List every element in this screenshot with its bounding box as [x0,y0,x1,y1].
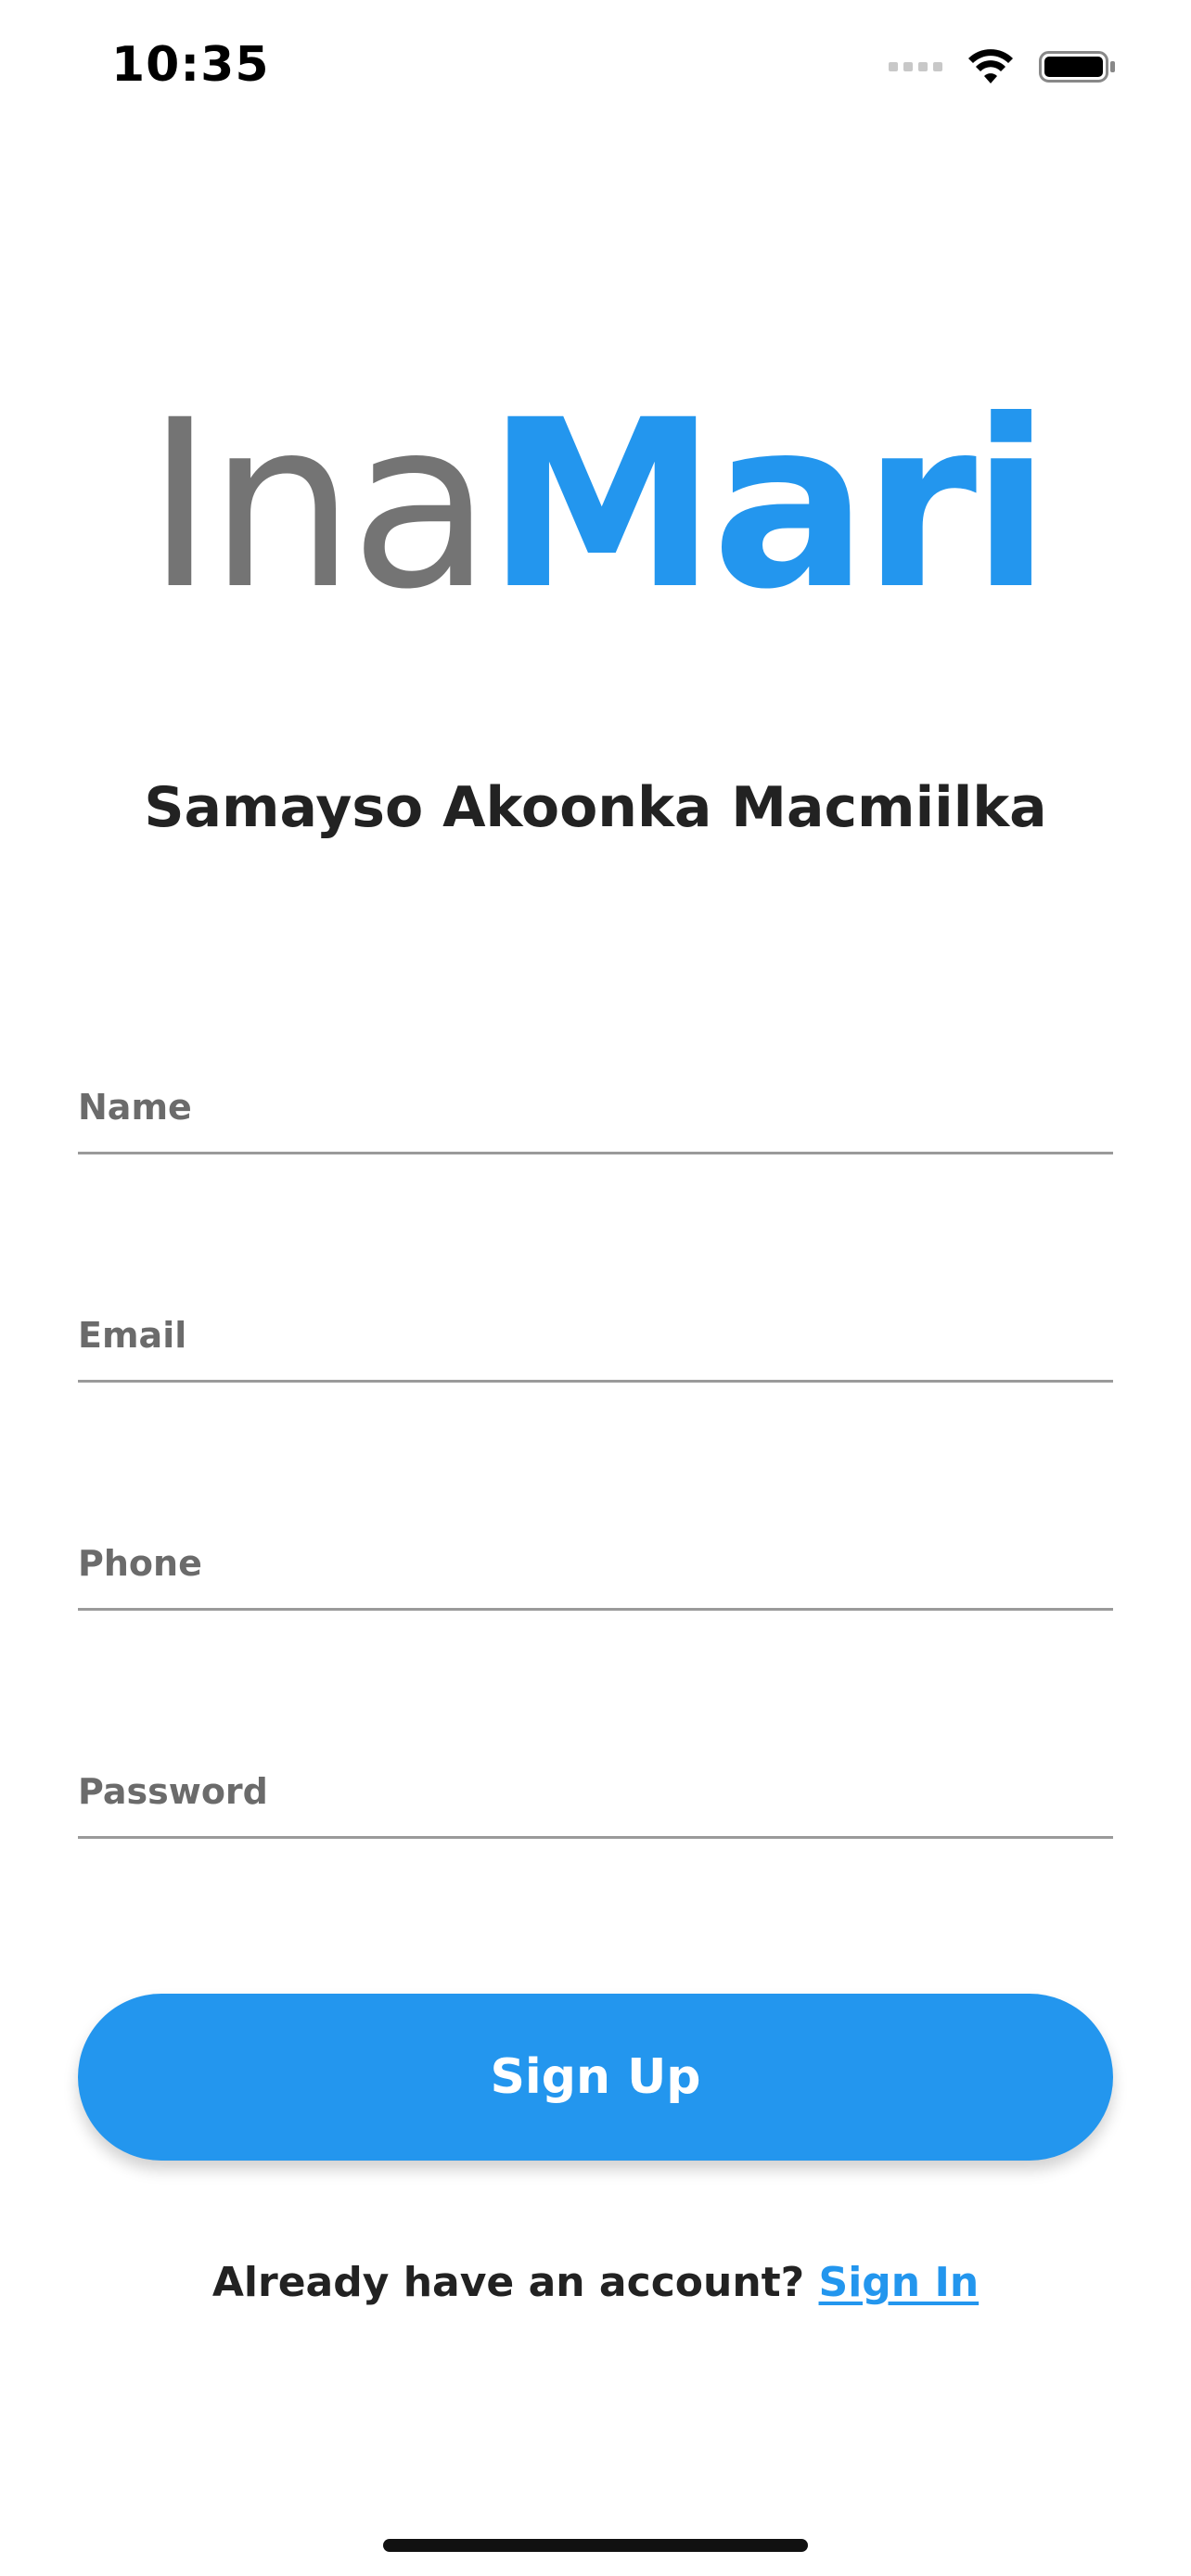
cellular-signal-icon [889,62,942,71]
sign-in-prompt: Already have an account? Sign In [0,2259,1191,2306]
page-title: Samayso Akoonka Macmiilka [144,775,1047,840]
email-field-label: Email [78,1315,187,1356]
status-time: 10:35 [111,37,270,93]
app-logo: InaMari [0,389,1191,621]
status-icons [889,48,1117,85]
sign-up-button[interactable]: Sign Up [78,1994,1113,2161]
wifi-icon [968,49,1013,83]
name-field-label: Name [78,1087,192,1128]
name-field[interactable]: Name [78,1087,1113,1154]
logo-part-mari: Mari [486,370,1050,640]
sign-in-prompt-text: Already have an account? [211,2259,805,2306]
home-indicator[interactable] [383,2539,808,2552]
battery-icon [1039,51,1115,83]
logo-part-ina: Ina [146,370,492,640]
phone-field[interactable]: Phone [78,1543,1113,1611]
sign-in-link[interactable]: Sign In [819,2259,980,2306]
password-field[interactable]: Password [78,1771,1113,1839]
status-bar: 10:35 [0,0,1191,139]
email-field[interactable]: Email [78,1315,1113,1383]
phone-field-label: Phone [78,1543,202,1584]
password-field-label: Password [78,1771,268,1812]
sign-up-button-label: Sign Up [490,2049,701,2105]
